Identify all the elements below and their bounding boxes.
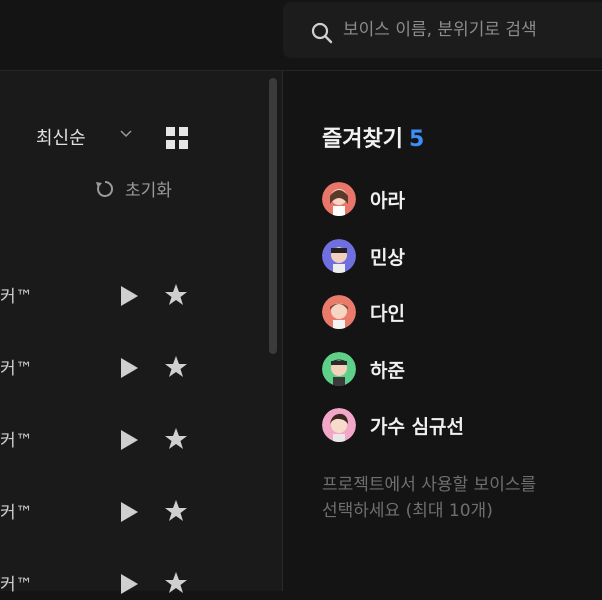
list-item[interactable]: 커™ [0,282,270,312]
star-icon[interactable] [164,355,188,379]
voice-name: 커™ [0,503,33,523]
search-input[interactable] [343,18,602,42]
list-item[interactable]: 커™ [0,426,270,456]
avatar [322,408,356,442]
voice-name: 커™ [0,287,33,307]
reset-button[interactable]: 초기화 [95,176,172,201]
star-icon[interactable] [164,283,188,307]
favorites-title: 즐겨찾기 5 [322,121,424,153]
list-item[interactable]: 커™ [0,354,270,384]
favorite-item[interactable]: 다인 [322,295,405,329]
hint-line-1: 프로젝트에서 사용할 보이스를 [322,475,537,495]
avatar [322,239,356,273]
chevron-down-icon [120,130,132,138]
star-icon[interactable] [164,571,188,595]
list-item[interactable]: 커™ [0,570,270,600]
avatar [322,182,356,216]
favorite-label: 가수 심규선 [370,415,465,438]
hint-line-2: 선택하세요 (최대 10개) [322,501,493,521]
favorites-count: 5 [408,127,425,152]
favorite-item[interactable]: 하준 [322,352,405,386]
favorite-item[interactable]: 가수 심규선 [322,408,464,442]
favorite-label: 민상 [370,246,405,269]
top-bar [0,0,602,71]
favorite-label: 하준 [370,359,405,382]
play-icon[interactable] [119,501,139,523]
favorites-hint: 프로젝트에서 사용할 보이스를 선택하세요 (최대 10개) [322,472,602,524]
search-icon [311,22,333,44]
list-item[interactable]: 커™ [0,498,270,528]
favorites-title-text: 즐겨찾기 [322,127,403,152]
favorite-label: 다인 [370,302,405,325]
search-box[interactable] [283,2,602,58]
avatar [322,295,356,329]
favorite-label: 아라 [370,189,405,212]
star-icon[interactable] [164,427,188,451]
play-icon[interactable] [119,285,139,307]
play-icon[interactable] [119,357,139,379]
favorite-item[interactable]: 민상 [322,239,405,273]
voice-name: 커™ [0,575,33,595]
scrollbar[interactable] [269,78,277,354]
reset-label: 초기화 [125,181,172,201]
voice-name: 커™ [0,359,33,379]
sort-label: 최신순 [36,128,86,149]
voice-name: 커™ [0,431,33,451]
reset-icon [96,180,114,197]
play-icon[interactable] [119,573,139,595]
sort-dropdown[interactable]: 최신순 [36,124,132,150]
star-icon[interactable] [164,499,188,523]
grid-view-icon[interactable] [165,126,189,150]
favorite-item[interactable]: 아라 [322,182,405,216]
play-icon[interactable] [119,429,139,451]
avatar [322,352,356,386]
